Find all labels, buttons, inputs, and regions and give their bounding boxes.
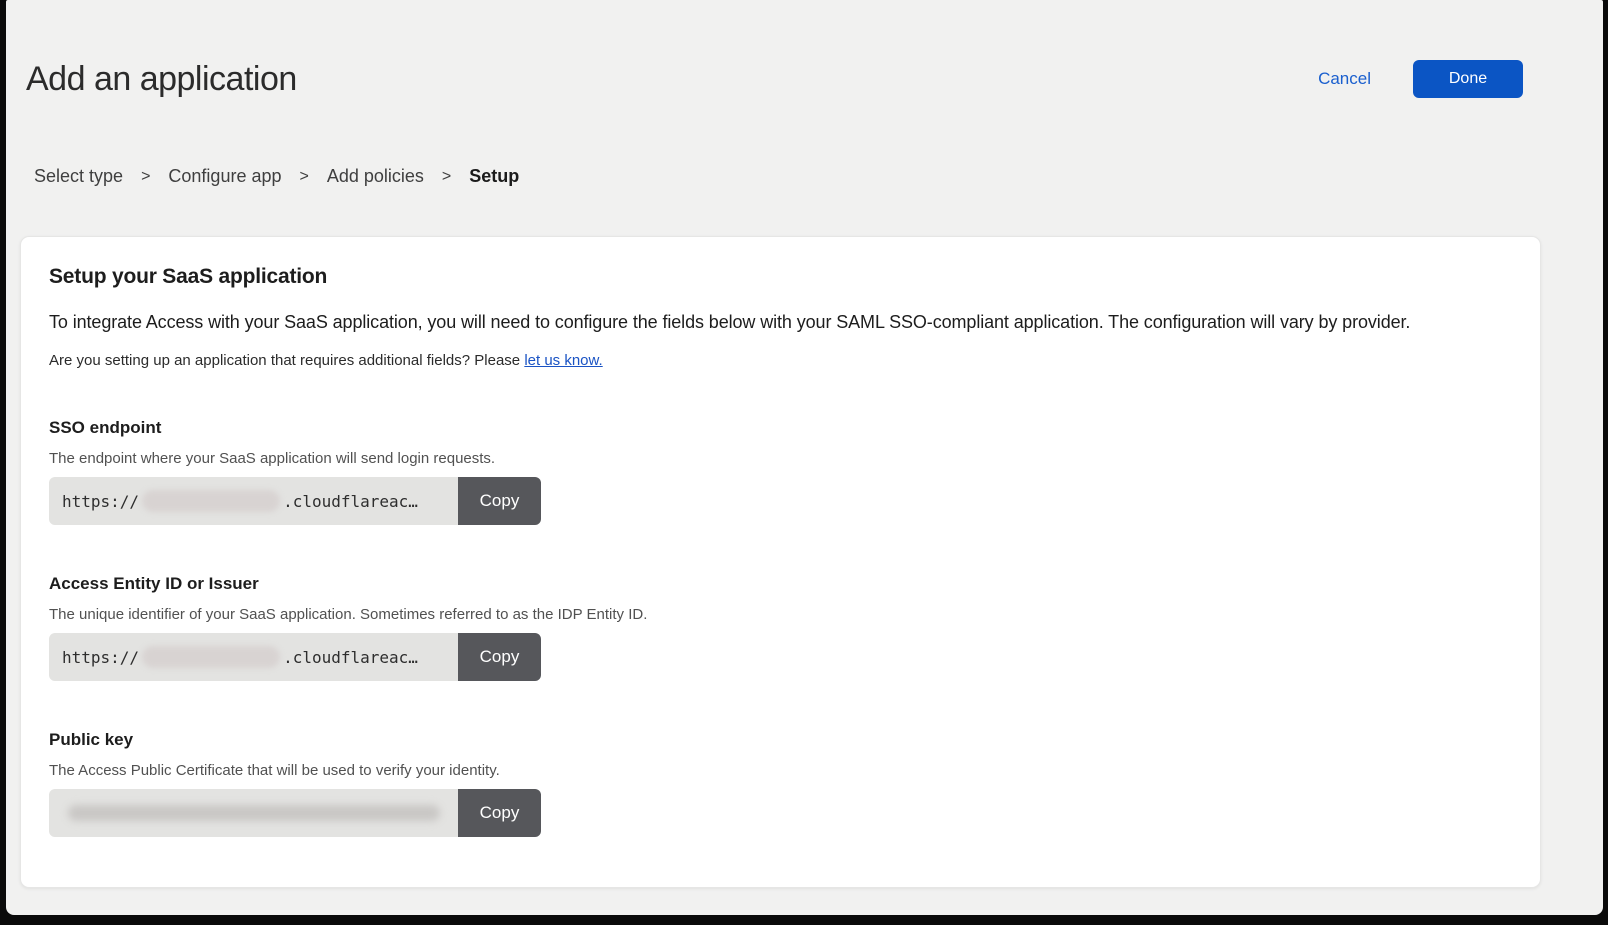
section-title: SSO endpoint — [49, 418, 1512, 438]
cancel-button[interactable]: Cancel — [1318, 69, 1371, 89]
redacted-value-segment — [142, 646, 280, 668]
done-button[interactable]: Done — [1413, 60, 1523, 98]
public-key-field: Copy — [49, 789, 541, 837]
public-key-value — [49, 789, 458, 837]
redacted-value-full — [68, 805, 440, 821]
breadcrumb-separator: > — [300, 168, 309, 186]
card-note: Are you setting up an application that r… — [49, 352, 1512, 369]
section-sso-endpoint: SSO endpoint The endpoint where your Saa… — [49, 418, 1512, 525]
breadcrumb-step-select-type[interactable]: Select type — [34, 166, 123, 187]
breadcrumb-step-add-policies[interactable]: Add policies — [327, 166, 424, 187]
value-prefix: https:// — [62, 492, 139, 511]
access-entity-id-field: https:// .cloudflareac… Copy — [49, 633, 541, 681]
sso-endpoint-value: https:// .cloudflareac… — [49, 477, 458, 525]
page-header: Add an application Cancel Done — [26, 58, 1523, 100]
card-intro-text: To integrate Access with your SaaS appli… — [49, 312, 1512, 333]
value-suffix: .cloudflareac… — [283, 492, 418, 511]
public-key-copy-button[interactable]: Copy — [458, 789, 541, 837]
card-note-text: Are you setting up an application that r… — [49, 352, 524, 369]
breadcrumb-step-setup: Setup — [469, 166, 519, 187]
let-us-know-link[interactable]: let us know. — [524, 352, 602, 369]
app-screen: Add an application Cancel Done Select ty… — [6, 0, 1603, 915]
section-description: The unique identifier of your SaaS appli… — [49, 606, 1512, 623]
header-actions: Cancel Done — [1318, 60, 1523, 98]
breadcrumb: Select type > Configure app > Add polici… — [34, 166, 1603, 187]
section-public-key: Public key The Access Public Certificate… — [49, 730, 1512, 837]
breadcrumb-separator: > — [442, 168, 451, 186]
setup-card: Setup your SaaS application To integrate… — [20, 236, 1541, 888]
card-heading: Setup your SaaS application — [49, 265, 1512, 289]
value-suffix: .cloudflareac… — [283, 648, 418, 667]
section-title: Access Entity ID or Issuer — [49, 574, 1512, 594]
page-title: Add an application — [26, 60, 297, 99]
redacted-value-segment — [142, 490, 280, 512]
access-entity-id-copy-button[interactable]: Copy — [458, 633, 541, 681]
breadcrumb-separator: > — [141, 168, 150, 186]
value-prefix: https:// — [62, 648, 139, 667]
section-title: Public key — [49, 730, 1512, 750]
breadcrumb-step-configure-app[interactable]: Configure app — [168, 166, 281, 187]
section-description: The Access Public Certificate that will … — [49, 762, 1512, 779]
sso-endpoint-copy-button[interactable]: Copy — [458, 477, 541, 525]
section-description: The endpoint where your SaaS application… — [49, 450, 1512, 467]
sso-endpoint-field: https:// .cloudflareac… Copy — [49, 477, 541, 525]
section-access-entity-id: Access Entity ID or Issuer The unique id… — [49, 574, 1512, 681]
access-entity-id-value: https:// .cloudflareac… — [49, 633, 458, 681]
